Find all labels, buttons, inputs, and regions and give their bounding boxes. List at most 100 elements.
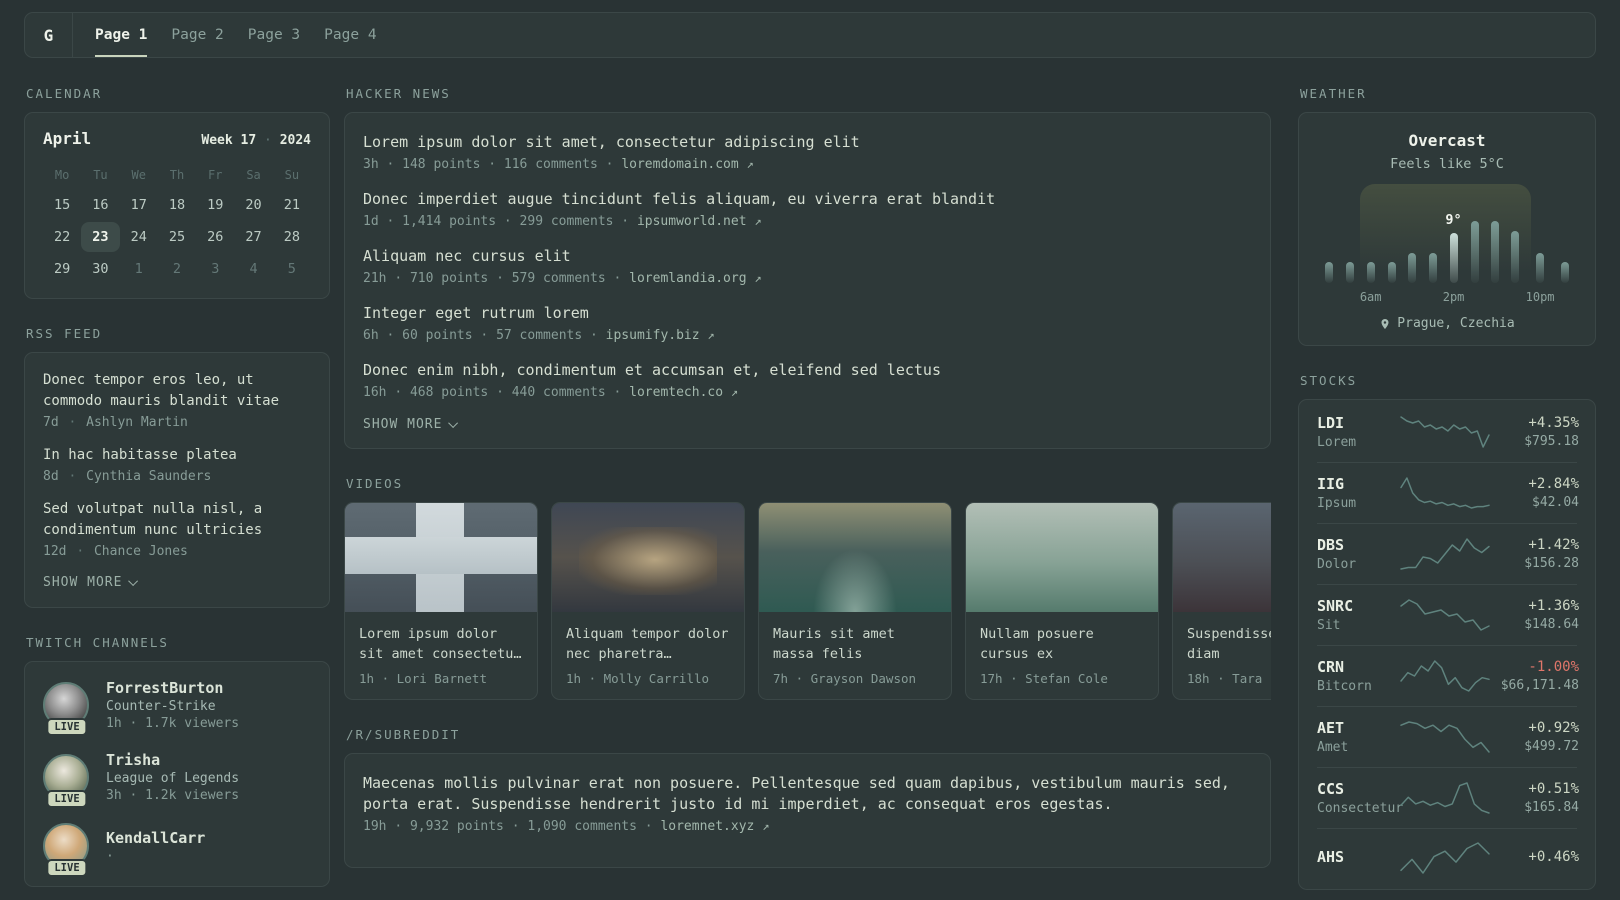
stock-values: +0.46% <box>1491 849 1579 868</box>
nav-tab[interactable]: Page 3 <box>248 13 300 57</box>
reddit-post-title[interactable]: Maecenas mollis pulvinar erat non posuer… <box>363 773 1252 815</box>
video-channel: Stefan Cole <box>1025 670 1108 686</box>
weekday-label: Fr <box>208 168 223 182</box>
hn-domain-link[interactable]: ipsumify.biz <box>606 328 700 343</box>
weather-hour-cell <box>1382 190 1402 306</box>
nav-tab[interactable]: Page 4 <box>324 13 376 57</box>
stock-row[interactable]: SNRC Sit +1.36% $148.64 <box>1317 584 1579 645</box>
channel-viewers: 1.7k viewers <box>145 716 240 731</box>
rss-item-title[interactable]: Donec tempor eros leo, ut commodo mauris… <box>43 370 311 412</box>
video-meta: 18h · Tara <box>1173 665 1271 699</box>
calendar-day: 15 <box>54 197 71 213</box>
show-more-button[interactable]: SHOW MORE <box>363 417 1252 432</box>
stock-change: +1.42% <box>1528 537 1579 553</box>
hn-domain-link[interactable]: ipsumworld.net <box>637 214 747 229</box>
hn-item-title[interactable]: Aliquam nec cursus elit <box>363 246 1252 267</box>
nav-tab[interactable]: Page 2 <box>171 13 223 57</box>
nav-tab[interactable]: Page 1 <box>95 13 148 57</box>
dot-separator: · <box>621 214 630 229</box>
stock-sparkline <box>1399 537 1491 571</box>
twitch-channel[interactable]: LIVE KendallCarr · <box>43 823 311 877</box>
rss-item-author: Ashlyn Martin <box>86 415 188 430</box>
weather-bar <box>1449 233 1458 283</box>
twitch-channel[interactable]: LIVE Trisha League of Legends 3h · 1.2k … <box>43 751 311 808</box>
rss-item-title[interactable]: Sed volutpat nulla nisl, a condimentum n… <box>43 499 311 541</box>
weather-bar <box>1366 262 1375 283</box>
rss-item-meta: 8d · Cynthia Saunders <box>43 469 311 484</box>
hn-item-comments[interactable]: 579 comments <box>512 271 606 286</box>
hn-item-points: 468 points <box>409 385 489 400</box>
hn-item-comments[interactable]: 299 comments <box>520 214 614 229</box>
stock-price: $499.72 <box>1524 739 1579 754</box>
hn-domain-link[interactable]: loremtech.co <box>629 385 723 400</box>
hn-item-comments[interactable]: 116 comments <box>504 157 598 172</box>
stock-id: AET Amet <box>1317 719 1399 755</box>
hn-item-comments[interactable]: 57 comments <box>496 328 582 343</box>
stock-row[interactable]: CCS Consectetur +0.51% $165.84 <box>1317 767 1579 828</box>
channel-viewers: 1.2k viewers <box>145 788 240 803</box>
video-card[interactable]: Aliquam tempor dolor nec pharetra… 1h · … <box>551 502 745 700</box>
section-title-calendar: CALENDAR <box>26 86 103 101</box>
video-title[interactable]: Suspendisse diam <box>1173 612 1271 665</box>
dot-separator: · <box>386 328 395 343</box>
video-card[interactable]: Lorem ipsum dolor sit amet consectetu… 1… <box>344 502 538 700</box>
channel-meta: 1h · 1.7k viewers <box>106 716 239 731</box>
video-thumbnail[interactable] <box>1173 503 1271 612</box>
hn-item-title[interactable]: Donec enim nibh, condimentum et accumsan… <box>363 360 1252 381</box>
hn-item-title[interactable]: Integer eget rutrum lorem <box>363 303 1252 324</box>
video-card[interactable]: Nullam posuere cursus ex 17h · Stefan Co… <box>965 502 1159 700</box>
video-title[interactable]: Lorem ipsum dolor sit amet consectetu… <box>345 612 537 665</box>
hn-domain-link[interactable]: loremdomain.com <box>621 157 738 172</box>
stock-name: Dolor <box>1317 557 1357 572</box>
stock-row[interactable]: CRN Bitcorn -1.00% $66,171.48 <box>1317 645 1579 706</box>
stock-values: +1.42% $156.28 <box>1491 537 1579 571</box>
rss-item-title[interactable]: In hac habitasse platea <box>43 445 311 466</box>
hn-domain-link[interactable]: loremlandia.org <box>629 271 746 286</box>
video-channel: Molly Carrillo <box>603 670 710 686</box>
reddit-domain-link[interactable]: loremnet.xyz <box>660 819 754 834</box>
dot-separator: · <box>613 271 622 286</box>
hn-item: Donec enim nibh, condimentum et accumsan… <box>363 360 1252 400</box>
calendar-day: 22 <box>54 229 71 245</box>
stock-values: +0.51% $165.84 <box>1491 781 1579 815</box>
video-card[interactable]: Mauris sit amet massa felis 7h · Grayson… <box>758 502 952 700</box>
show-more-button[interactable]: SHOW MORE <box>43 575 311 590</box>
section-title-subreddit: /R/SUBREDDIT <box>346 726 461 742</box>
channel-name[interactable]: ForrestBurton <box>106 679 239 697</box>
stocks-widget: STOCKS LDI Lorem +4.35% $795.18 IIG Ipsu… <box>1298 373 1596 890</box>
stock-row[interactable]: LDI Lorem +4.35% $795.18 <box>1317 402 1579 462</box>
dot-separator: · <box>394 818 403 834</box>
video-card[interactable]: Suspendisse diam 18h · Tara <box>1172 502 1271 700</box>
weather-hour-label: 10pm <box>1525 290 1555 304</box>
app-logo[interactable]: G <box>25 13 72 57</box>
channel-info: KendallCarr · <box>106 829 205 864</box>
video-thumbnail[interactable] <box>552 503 744 612</box>
channel-name[interactable]: KendallCarr <box>106 829 205 847</box>
rss-item-age: 7d <box>43 415 59 430</box>
stock-row[interactable]: DBS Dolor +1.42% $156.28 <box>1317 523 1579 584</box>
video-title[interactable]: Nullam posuere cursus ex <box>966 612 1158 665</box>
calendar-day: 3 <box>211 261 220 277</box>
dot-separator: · <box>129 788 138 803</box>
video-thumbnail[interactable] <box>345 503 537 612</box>
hn-item-title[interactable]: Lorem ipsum dolor sit amet, consectetur … <box>363 132 1252 153</box>
stock-row[interactable]: IIG Ipsum +2.84% $42.04 <box>1317 462 1579 523</box>
calendar-day: 23 <box>81 222 120 252</box>
hn-item-meta: 3h · 148 points · 116 comments · loremdo… <box>363 157 1252 172</box>
video-thumbnail[interactable] <box>759 503 951 612</box>
channel-name[interactable]: Trisha <box>106 751 239 769</box>
hn-item-comments[interactable]: 440 comments <box>512 385 606 400</box>
stock-row[interactable]: AET Amet +0.92% $499.72 <box>1317 706 1579 767</box>
stock-sparkline <box>1399 659 1491 693</box>
video-thumbnail[interactable] <box>966 503 1158 612</box>
nav-tab-label: Page 3 <box>247 27 301 43</box>
twitch-channel[interactable]: LIVE ForrestBurton Counter-Strike 1h · 1… <box>43 679 311 736</box>
reddit-post-comments[interactable]: 1,090 comments <box>527 819 637 834</box>
video-title[interactable]: Mauris sit amet massa felis <box>759 612 951 665</box>
hn-item-title[interactable]: Donec imperdiet augue tincidunt felis al… <box>363 189 1252 210</box>
weather-bar <box>1491 221 1500 283</box>
calendar-days-grid: 15 16 17 18 19 20 21 22 23 24 25 26 27 28 29 30 1 2 3 4 5 <box>43 188 311 284</box>
video-title[interactable]: Aliquam tempor dolor nec pharetra… <box>552 612 744 665</box>
stock-row[interactable]: AHS +0.46% <box>1317 828 1579 887</box>
video-age: 1h <box>566 670 582 686</box>
